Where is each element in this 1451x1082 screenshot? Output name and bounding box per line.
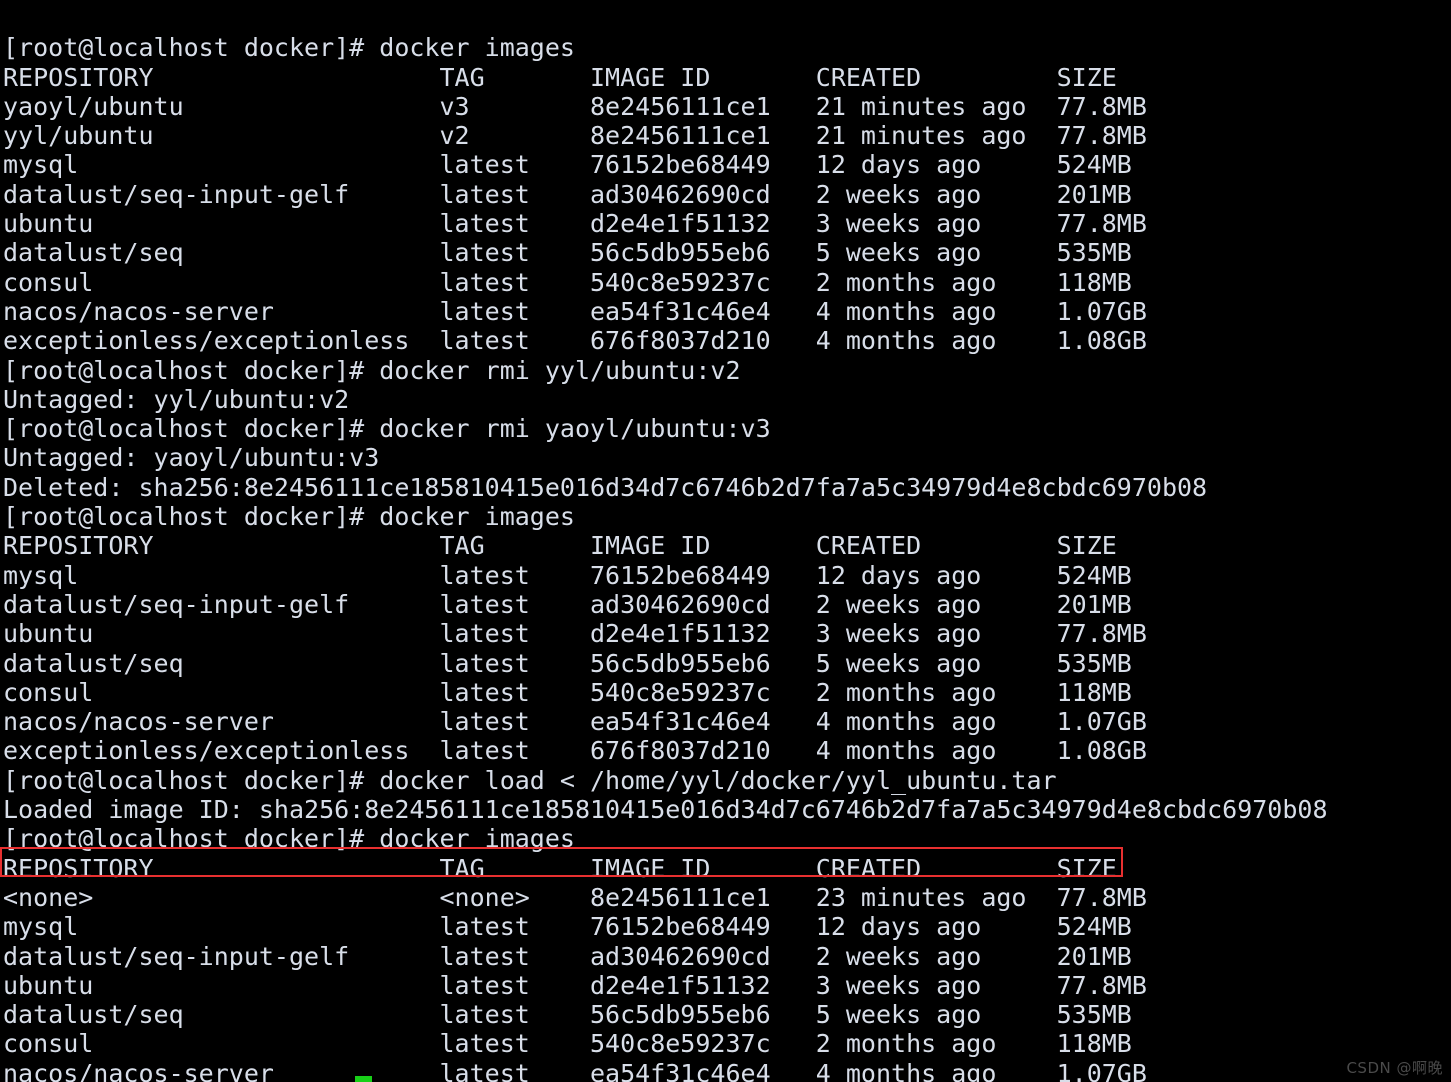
terminal-line: Deleted: sha256:8e2456111ce185810415e016… [3,472,1208,502]
terminal-line: exceptionless/exceptionless latest 676f8… [3,326,1147,356]
terminal-line: consul latest 540c8e59237c 2 months ago … [3,267,1132,297]
terminal-line: mysql latest 76152be68449 12 days ago 52… [3,150,1132,180]
terminal-line: datalust/seq latest 56c5db955eb6 5 weeks… [3,1000,1132,1030]
terminal-line: consul latest 540c8e59237c 2 months ago … [3,1029,1132,1059]
terminal-line: nacos/nacos-server latest ea54f31c46e4 4… [3,1058,1147,1082]
terminal-cursor [355,1076,372,1082]
terminal-output: [root@localhost docker]# docker images RE… [3,4,1328,1082]
terminal-line: datalust/seq latest 56c5db955eb6 5 weeks… [3,648,1132,678]
terminal-line: mysql latest 76152be68449 12 days ago 52… [3,560,1132,590]
terminal-line: Loaded image ID: sha256:8e2456111ce18581… [3,795,1328,825]
terminal-line: [root@localhost docker]# docker rmi yyl/… [3,355,741,385]
terminal-line: exceptionless/exceptionless latest 676f8… [3,736,1147,766]
terminal-line: ubuntu latest d2e4e1f51132 3 weeks ago 7… [3,619,1147,649]
terminal-line: nacos/nacos-server latest ea54f31c46e4 4… [3,707,1147,737]
terminal-line: [root@localhost docker]# docker images [3,502,575,532]
terminal-line: ubuntu latest d2e4e1f51132 3 weeks ago 7… [3,970,1147,1000]
terminal-line: datalust/seq-input-gelf latest ad3046269… [3,179,1132,209]
csdn-watermark: CSDN @啊晚 [1346,1059,1443,1077]
terminal-line: [root@localhost docker]# docker rmi yaoy… [3,414,771,444]
terminal-line: mysql latest 76152be68449 12 days ago 52… [3,912,1132,942]
terminal-line: [root@localhost docker]# docker images [3,33,575,63]
terminal-line: Untagged: yaoyl/ubuntu:v3 [3,443,380,473]
terminal-line: datalust/seq-input-gelf latest ad3046269… [3,589,1132,619]
terminal-line: nacos/nacos-server latest ea54f31c46e4 4… [3,296,1147,326]
terminal-line: [root@localhost docker]# docker load < /… [3,765,1057,795]
terminal-window[interactable]: [root@localhost docker]# docker images RE… [0,0,1451,1082]
terminal-line: consul latest 540c8e59237c 2 months ago … [3,677,1132,707]
terminal-line: [root@localhost docker]# docker images [3,824,575,854]
terminal-line: datalust/seq latest 56c5db955eb6 5 weeks… [3,238,1132,268]
terminal-line: REPOSITORY TAG IMAGE ID CREATED SIZE [3,531,1117,561]
terminal-line: <none> <none> 8e2456111ce1 23 minutes ag… [3,882,1147,912]
terminal-line: REPOSITORY TAG IMAGE ID CREATED SIZE [3,853,1117,883]
terminal-line: REPOSITORY TAG IMAGE ID CREATED SIZE [3,62,1117,92]
terminal-line: yyl/ubuntu v2 8e2456111ce1 21 minutes ag… [3,121,1147,151]
terminal-line: datalust/seq-input-gelf latest ad3046269… [3,941,1132,971]
terminal-line: Untagged: yyl/ubuntu:v2 [3,384,350,414]
terminal-line: ubuntu latest d2e4e1f51132 3 weeks ago 7… [3,209,1147,239]
terminal-line: yaoyl/ubuntu v3 8e2456111ce1 21 minutes … [3,91,1147,121]
